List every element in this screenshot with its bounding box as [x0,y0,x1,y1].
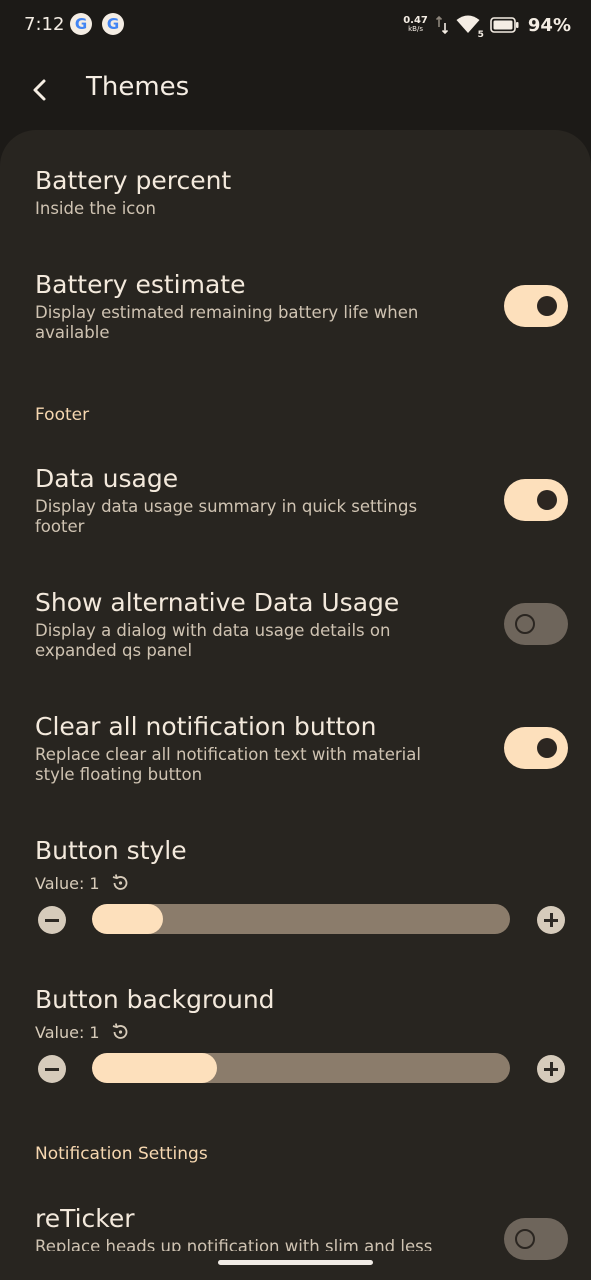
data-transfer-icon [435,15,448,35]
item-title: Data usage [35,464,179,493]
settings-list[interactable]: Battery percent Inside the icon Battery … [0,130,591,1280]
network-speed: 0.47 kB/s [403,15,428,34]
decrease-button[interactable] [38,1055,66,1083]
data-usage-item[interactable]: Data usage Display data usage summary in… [35,464,565,537]
reticker-toggle[interactable] [504,1218,568,1260]
button-background-slider [0,1049,591,1089]
value-label: Value: 1 [35,873,100,893]
increase-button[interactable] [537,906,565,934]
value-label: Value: 1 [35,1022,100,1042]
wifi-icon: 5 [456,14,484,40]
status-bar: 7:12 G G 0.47 kB/s 5 94% [0,0,591,52]
item-subtitle: Display estimated remaining battery life… [35,303,419,342]
section-header-footer: Footer [35,405,90,425]
slider-fill [92,1053,218,1083]
item-title: Battery estimate [35,270,246,299]
item-title: Battery percent [35,166,232,195]
battery-icon [490,17,519,33]
item-subtitle: Replace heads up notification with slim … [35,1237,433,1251]
reticker-item[interactable]: reTicker Replace heads up notification w… [35,1204,565,1251]
button-style-slider [0,900,591,940]
google-icon: G [70,13,92,35]
item-subtitle: Replace clear all notification text with… [35,745,421,784]
increase-button[interactable] [537,1055,565,1083]
item-title: Clear all notification button [35,712,377,741]
item-subtitle: Display a dialog with data usage details… [35,621,391,660]
slider-fill [92,904,164,934]
reset-icon[interactable] [110,873,130,893]
alternative-data-usage-item[interactable]: Show alternative Data Usage Display a di… [35,588,565,661]
clear-all-button-item[interactable]: Clear all notification button Replace cl… [35,712,565,785]
alternative-data-usage-toggle[interactable] [504,603,568,645]
back-arrow-icon [33,79,46,101]
item-subtitle: Inside the icon [35,199,156,218]
data-usage-toggle[interactable] [504,479,568,521]
item-title: reTicker [35,1204,135,1233]
section-header-notification-settings: Notification Settings [35,1144,208,1164]
status-time: 7:12 [24,14,65,35]
google-icon: G [102,13,124,35]
item-title: Button background [35,985,275,1014]
battery-percent: 94% [527,14,571,36]
slider-track[interactable] [92,1053,510,1083]
gesture-nav-handle[interactable] [218,1260,373,1265]
clear-all-button-toggle[interactable] [504,727,568,769]
app-bar: Themes [0,60,591,120]
battery-estimate-item[interactable]: Battery estimate Display estimated remai… [35,270,565,343]
decrease-button[interactable] [38,906,66,934]
battery-percent-item[interactable]: Battery percent Inside the icon [35,166,565,219]
reset-icon[interactable] [110,1022,130,1042]
slider-track[interactable] [92,904,510,934]
item-subtitle: Display data usage summary in quick sett… [35,497,418,536]
item-title: Button style [35,836,187,865]
page-title: Themes [86,72,190,102]
item-title: Show alternative Data Usage [35,588,400,617]
battery-estimate-toggle[interactable] [504,285,568,327]
button-background-item: Button background Value: 1 [35,985,565,1042]
button-style-item: Button style Value: 1 [35,836,565,893]
back-button[interactable] [26,72,56,108]
